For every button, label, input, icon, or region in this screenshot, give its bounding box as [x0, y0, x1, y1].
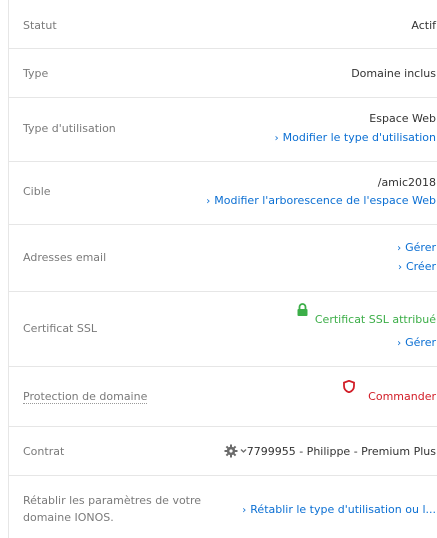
chevron-right-icon: › [397, 243, 402, 254]
row-type-utilisation: Type d'utilisation Espace Web › Modifier … [9, 98, 437, 162]
statut-label: Statut [23, 19, 57, 32]
chevron-right-icon: › [242, 505, 247, 516]
lock-icon [297, 303, 308, 319]
row-contrat: Contrat 7799955 - Philippe - Premium Plu… [9, 427, 437, 476]
email-create-label: Créer [405, 260, 436, 273]
modify-webspace-tree-label: Modifier l'arborescence de l'espace Web [214, 194, 436, 207]
reset-label-line2: domaine IONOS. [23, 511, 114, 524]
type-utilisation-value: Espace Web [369, 112, 436, 125]
chevron-right-icon: › [206, 196, 211, 207]
statut-value: Actif [411, 19, 436, 32]
order-protection-button[interactable]: Commander [368, 390, 436, 403]
row-certificat-ssl: Certificat SSL Certificat SSL attribué ›… [9, 292, 437, 367]
certificat-ssl-label: Certificat SSL [23, 322, 97, 335]
type-utilisation-label: Type d'utilisation [23, 122, 116, 135]
modify-usage-type-label: Modifier le type d'utilisation [282, 131, 436, 144]
row-reset: Rétablir les paramètres de votre domaine… [9, 476, 437, 538]
email-create-link[interactable]: › Créer [398, 260, 436, 273]
cible-value: /amic2018 [377, 176, 436, 189]
row-adresses-email: Adresses email › Gérer › Créer [9, 225, 437, 292]
chevron-right-icon: › [274, 133, 279, 144]
reset-label-line1: Rétablir les paramètres de votre [23, 494, 202, 507]
chevron-right-icon: › [397, 262, 402, 273]
cible-label: Cible [23, 185, 51, 198]
adresses-email-label: Adresses email [23, 251, 107, 264]
row-statut: Statut Actif [9, 0, 437, 49]
ssl-status: Certificat SSL attribué [314, 313, 436, 326]
row-type: Type Domaine inclus [9, 49, 437, 98]
reset-usage-type-label: Rétablir le type d'utilisation ou l... [250, 503, 436, 516]
contrat-label: Contrat [23, 445, 65, 458]
modify-webspace-tree-link[interactable]: › Modifier l'arborescence de l'espace Web [206, 194, 436, 207]
ssl-manage-link[interactable]: › Gérer [397, 336, 436, 349]
row-protection: Protection de domaine Commander [9, 367, 437, 427]
email-manage-label: Gérer [405, 241, 436, 254]
row-cible: Cible /amic2018 › Modifier l'arborescence… [9, 162, 437, 225]
ssl-manage-label: Gérer [405, 336, 436, 349]
protection-label[interactable]: Protection de domaine [23, 390, 148, 404]
domain-details-panel: Statut Actif Type Domaine inclus Type d'… [8, 0, 437, 538]
email-manage-link[interactable]: › Gérer [397, 241, 436, 254]
type-label: Type [23, 67, 49, 80]
reset-usage-type-link[interactable]: › Rétablir le type d'utilisation ou l... [242, 503, 436, 516]
chevron-right-icon: › [397, 338, 402, 349]
modify-usage-type-link[interactable]: › Modifier le type d'utilisation [275, 131, 436, 144]
type-value: Domaine inclus [351, 67, 436, 80]
shield-icon [343, 379, 355, 396]
contrat-value: 7799955 - Philippe - Premium Plus [246, 445, 436, 458]
